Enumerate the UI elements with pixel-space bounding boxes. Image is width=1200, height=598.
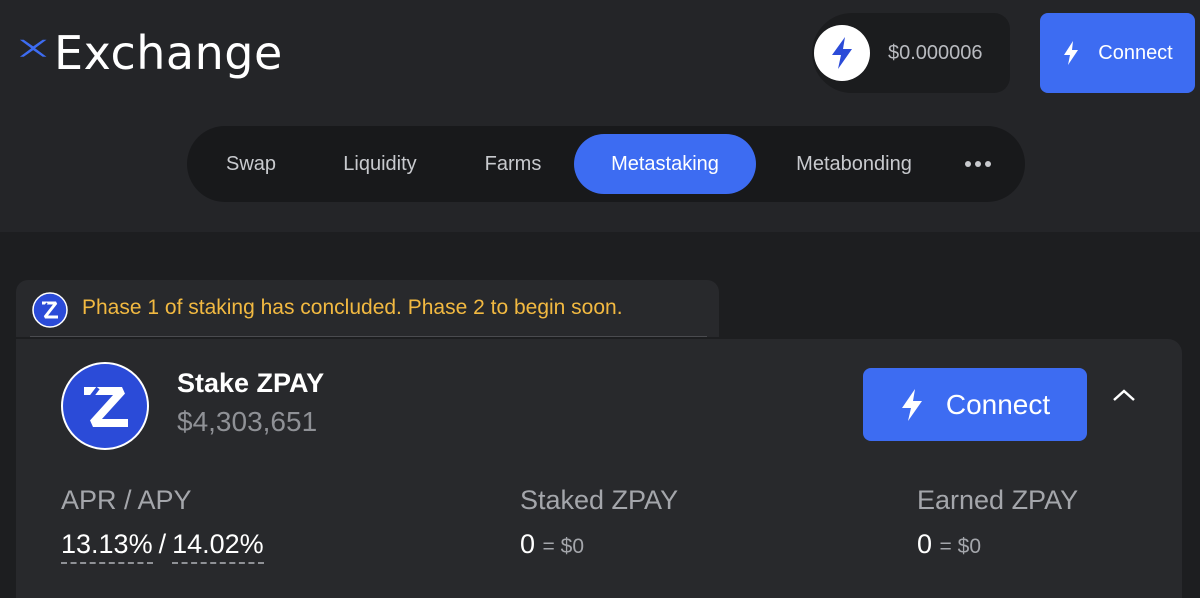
exchange-logo[interactable]: Exchange [18,26,283,80]
tab-metabonding[interactable]: Metabonding [771,134,937,194]
logo-text: Exchange [54,26,283,80]
apr-apy-label: APR / APY [61,485,192,515]
apy-value[interactable]: 14.02% [172,529,264,564]
notice-text: Phase 1 of staking has concluded. Phase … [82,296,623,319]
staked-usd: = $0 [542,535,585,558]
apr-apy-separator: / [158,529,167,559]
price-display[interactable]: $0.000006 [812,13,1010,93]
header: Exchange $0.000006 Connect Swap Liquidit… [0,0,1200,232]
earned-value-group: 0 = $0 [917,529,981,560]
staked-value: 0 [520,529,536,559]
x-logo-icon [19,39,47,57]
tab-liquidity[interactable]: Liquidity [321,134,439,194]
card-tvl: $4,303,651 [177,406,318,437]
tab-farms[interactable]: Farms [467,134,559,194]
staked-label: Staked ZPAY [520,485,679,515]
token-price: $0.000006 [888,42,983,64]
card-title: Stake ZPAY [177,368,325,398]
stake-connect-label: Connect [945,388,1051,420]
staked-value-group: 0 = $0 [520,529,584,560]
main-nav: Swap Liquidity Farms Metastaking Metabon… [187,126,1025,202]
header-connect-button[interactable]: Connect [1040,13,1195,93]
stake-card: Stake ZPAY $4,303,651 Connect APR / APY … [16,339,1182,598]
header-connect-label: Connect [1098,41,1173,64]
more-horizontal-icon[interactable] [965,134,991,194]
phase-notice: Phase 1 of staking has concluded. Phase … [16,280,719,337]
stake-connect-button[interactable]: Connect [863,368,1087,441]
earned-value: 0 [917,529,933,559]
apr-value[interactable]: 13.13% [61,529,153,564]
tab-metastaking[interactable]: Metastaking [574,134,756,194]
zpay-small-icon [32,292,68,328]
earned-label: Earned ZPAY [917,485,1079,515]
lightning-token-icon [814,25,870,81]
zpay-logo-icon [61,362,149,450]
apr-apy-value: 13.13%/14.02% [61,529,264,564]
earned-usd: = $0 [939,535,982,558]
lightning-icon [1064,41,1079,65]
tab-swap[interactable]: Swap [209,134,293,194]
chevron-up-icon[interactable] [1112,388,1136,402]
notice-divider [30,336,707,337]
lightning-icon [901,388,922,421]
